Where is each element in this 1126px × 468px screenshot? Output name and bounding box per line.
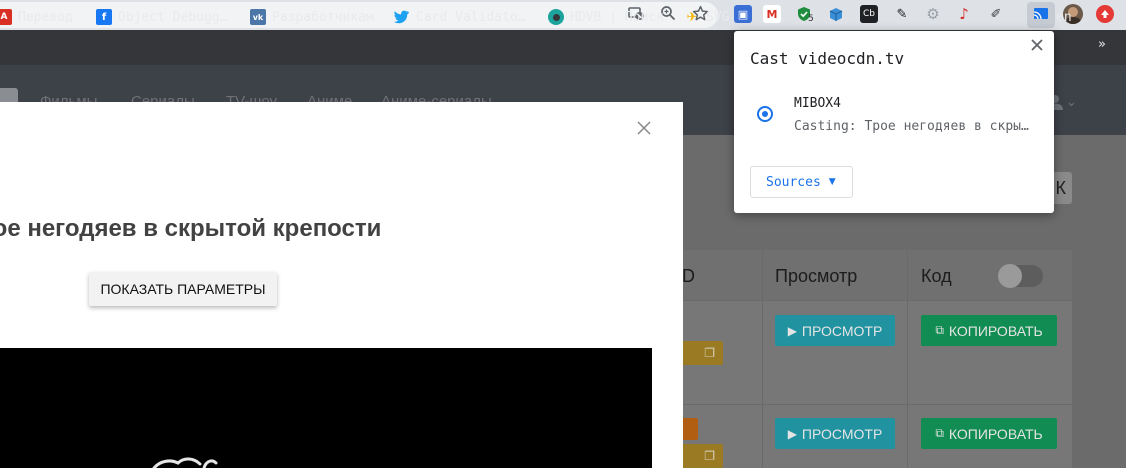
caret-down-icon: ▼ xyxy=(828,177,836,187)
code-toggle-knob xyxy=(998,264,1022,288)
copy-button[interactable]: ⧉ КОПИРОВАТЬ xyxy=(921,418,1057,449)
copy-button-label: КОПИРОВАТЬ xyxy=(948,322,1043,339)
radio-dot xyxy=(762,111,768,117)
cast-close-icon[interactable] xyxy=(1030,38,1044,52)
bookmarks-overflow-chevron[interactable]: » xyxy=(1098,37,1106,52)
copy-id-chip[interactable]: ❐ xyxy=(682,444,723,468)
header-id-label: D xyxy=(682,266,695,286)
ext-blue-icon[interactable]: ▣ xyxy=(734,5,752,23)
box-ext-icon[interactable] xyxy=(827,5,845,23)
bookmark-label: Перевод xyxy=(18,9,73,25)
chevron-down-icon[interactable]: ⌄ xyxy=(1066,95,1077,110)
table-divider xyxy=(682,404,1072,405)
brush-ext-icon[interactable]: ✐ xyxy=(987,5,1005,23)
table-divider xyxy=(907,250,908,468)
bookmark-en[interactable]: en xyxy=(1056,8,1072,26)
view-button[interactable]: ▶ ПРОСМОТР xyxy=(775,315,895,346)
bookmark-svg[interactable]: ✈ SVG xyxy=(684,8,730,26)
modal-close-icon[interactable] xyxy=(636,120,652,136)
gmail-icon[interactable]: M xyxy=(763,5,781,23)
sources-label: Sources xyxy=(766,174,821,190)
music-ext-icon[interactable]: ♪ xyxy=(955,5,973,23)
show-params-button[interactable]: ПОКАЗАТЬ ПАРАМЕТРЫ xyxy=(89,272,277,306)
cast-device-name[interactable]: MIBOX4 xyxy=(794,96,841,111)
bookmark-label: Object Debugg… xyxy=(118,9,228,25)
play-circle-icon: ▶ xyxy=(787,426,797,441)
cast-dialog-title: Cast videocdn.tv xyxy=(750,49,905,68)
copy-id-chip[interactable]: ❐ xyxy=(682,341,723,365)
external-link-icon: ⧉ xyxy=(935,426,944,440)
video-frame-art xyxy=(152,457,218,468)
copy-button[interactable]: ⧉ КОПИРОВАТЬ xyxy=(921,315,1057,346)
copy-icon: ❐ xyxy=(704,449,715,463)
gear-ext-icon[interactable]: ⚙ xyxy=(924,5,942,23)
bookmark-label: HDVB | Поиск xyxy=(570,9,664,25)
cb-ext-label: Cb xyxy=(863,9,875,19)
show-params-label: ПОКАЗАТЬ ПАРАМЕТРЫ xyxy=(100,281,266,297)
vk-icon: vk xyxy=(250,9,266,25)
bookmark-card-validator[interactable]: Card Validato… xyxy=(394,8,526,26)
table-divider xyxy=(762,250,763,468)
bookmark-label: SVG xyxy=(706,9,730,25)
hdvb-icon xyxy=(548,9,564,25)
header-view-label: Просмотр xyxy=(775,266,858,286)
cast-icon[interactable] xyxy=(1032,5,1050,23)
modal-title: рое негодяев в скрытой крепости xyxy=(0,215,382,242)
view-button-label: ПРОСМОТР xyxy=(801,425,883,442)
bookmark-developers[interactable]: vk Разработчикам xyxy=(250,8,374,26)
cast-device-status: Casting: Трое негодяев в скры… xyxy=(794,119,1029,134)
copy-button-label: КОПИРОВАТЬ xyxy=(948,425,1043,442)
sources-dropdown[interactable]: Sources ▼ xyxy=(750,166,853,198)
external-link-icon: ⧉ xyxy=(935,323,944,337)
extension-badge: 5 xyxy=(808,14,814,24)
ext-dark-icon[interactable]: ✎ xyxy=(893,5,911,23)
status-badge xyxy=(682,418,698,440)
cast-device-radio[interactable] xyxy=(757,106,773,122)
play-circle-icon: ▶ xyxy=(787,323,797,338)
bookmark-translate[interactable]: A Перевод xyxy=(0,8,73,26)
bookmark-object-debugger[interactable]: f Object Debugg… xyxy=(96,8,228,26)
cb-ext-icon[interactable]: Cb xyxy=(860,5,878,23)
copy-icon: ❐ xyxy=(704,346,715,360)
view-button[interactable]: ▶ ПРОСМОТР xyxy=(775,418,895,449)
table-divider xyxy=(682,300,1072,301)
right-fragment-label: К xyxy=(1055,177,1067,198)
svg-rocket-icon: ✈ xyxy=(686,9,698,25)
bookmark-label: en xyxy=(1056,9,1072,25)
bookmark-label: Разработчикам xyxy=(272,9,374,25)
view-button-label: ПРОСМОТР xyxy=(801,322,883,339)
update-arrow-icon[interactable] xyxy=(1096,5,1114,23)
bookmark-hdvb[interactable]: HDVB | Поиск xyxy=(548,8,664,26)
video-player[interactable] xyxy=(0,348,652,468)
bookmark-label: Card Validato… xyxy=(416,9,526,25)
translate-icon: A xyxy=(0,9,12,25)
twitter-icon xyxy=(394,9,410,25)
facebook-icon: f xyxy=(96,9,112,25)
header-code-label: Код xyxy=(921,266,952,286)
